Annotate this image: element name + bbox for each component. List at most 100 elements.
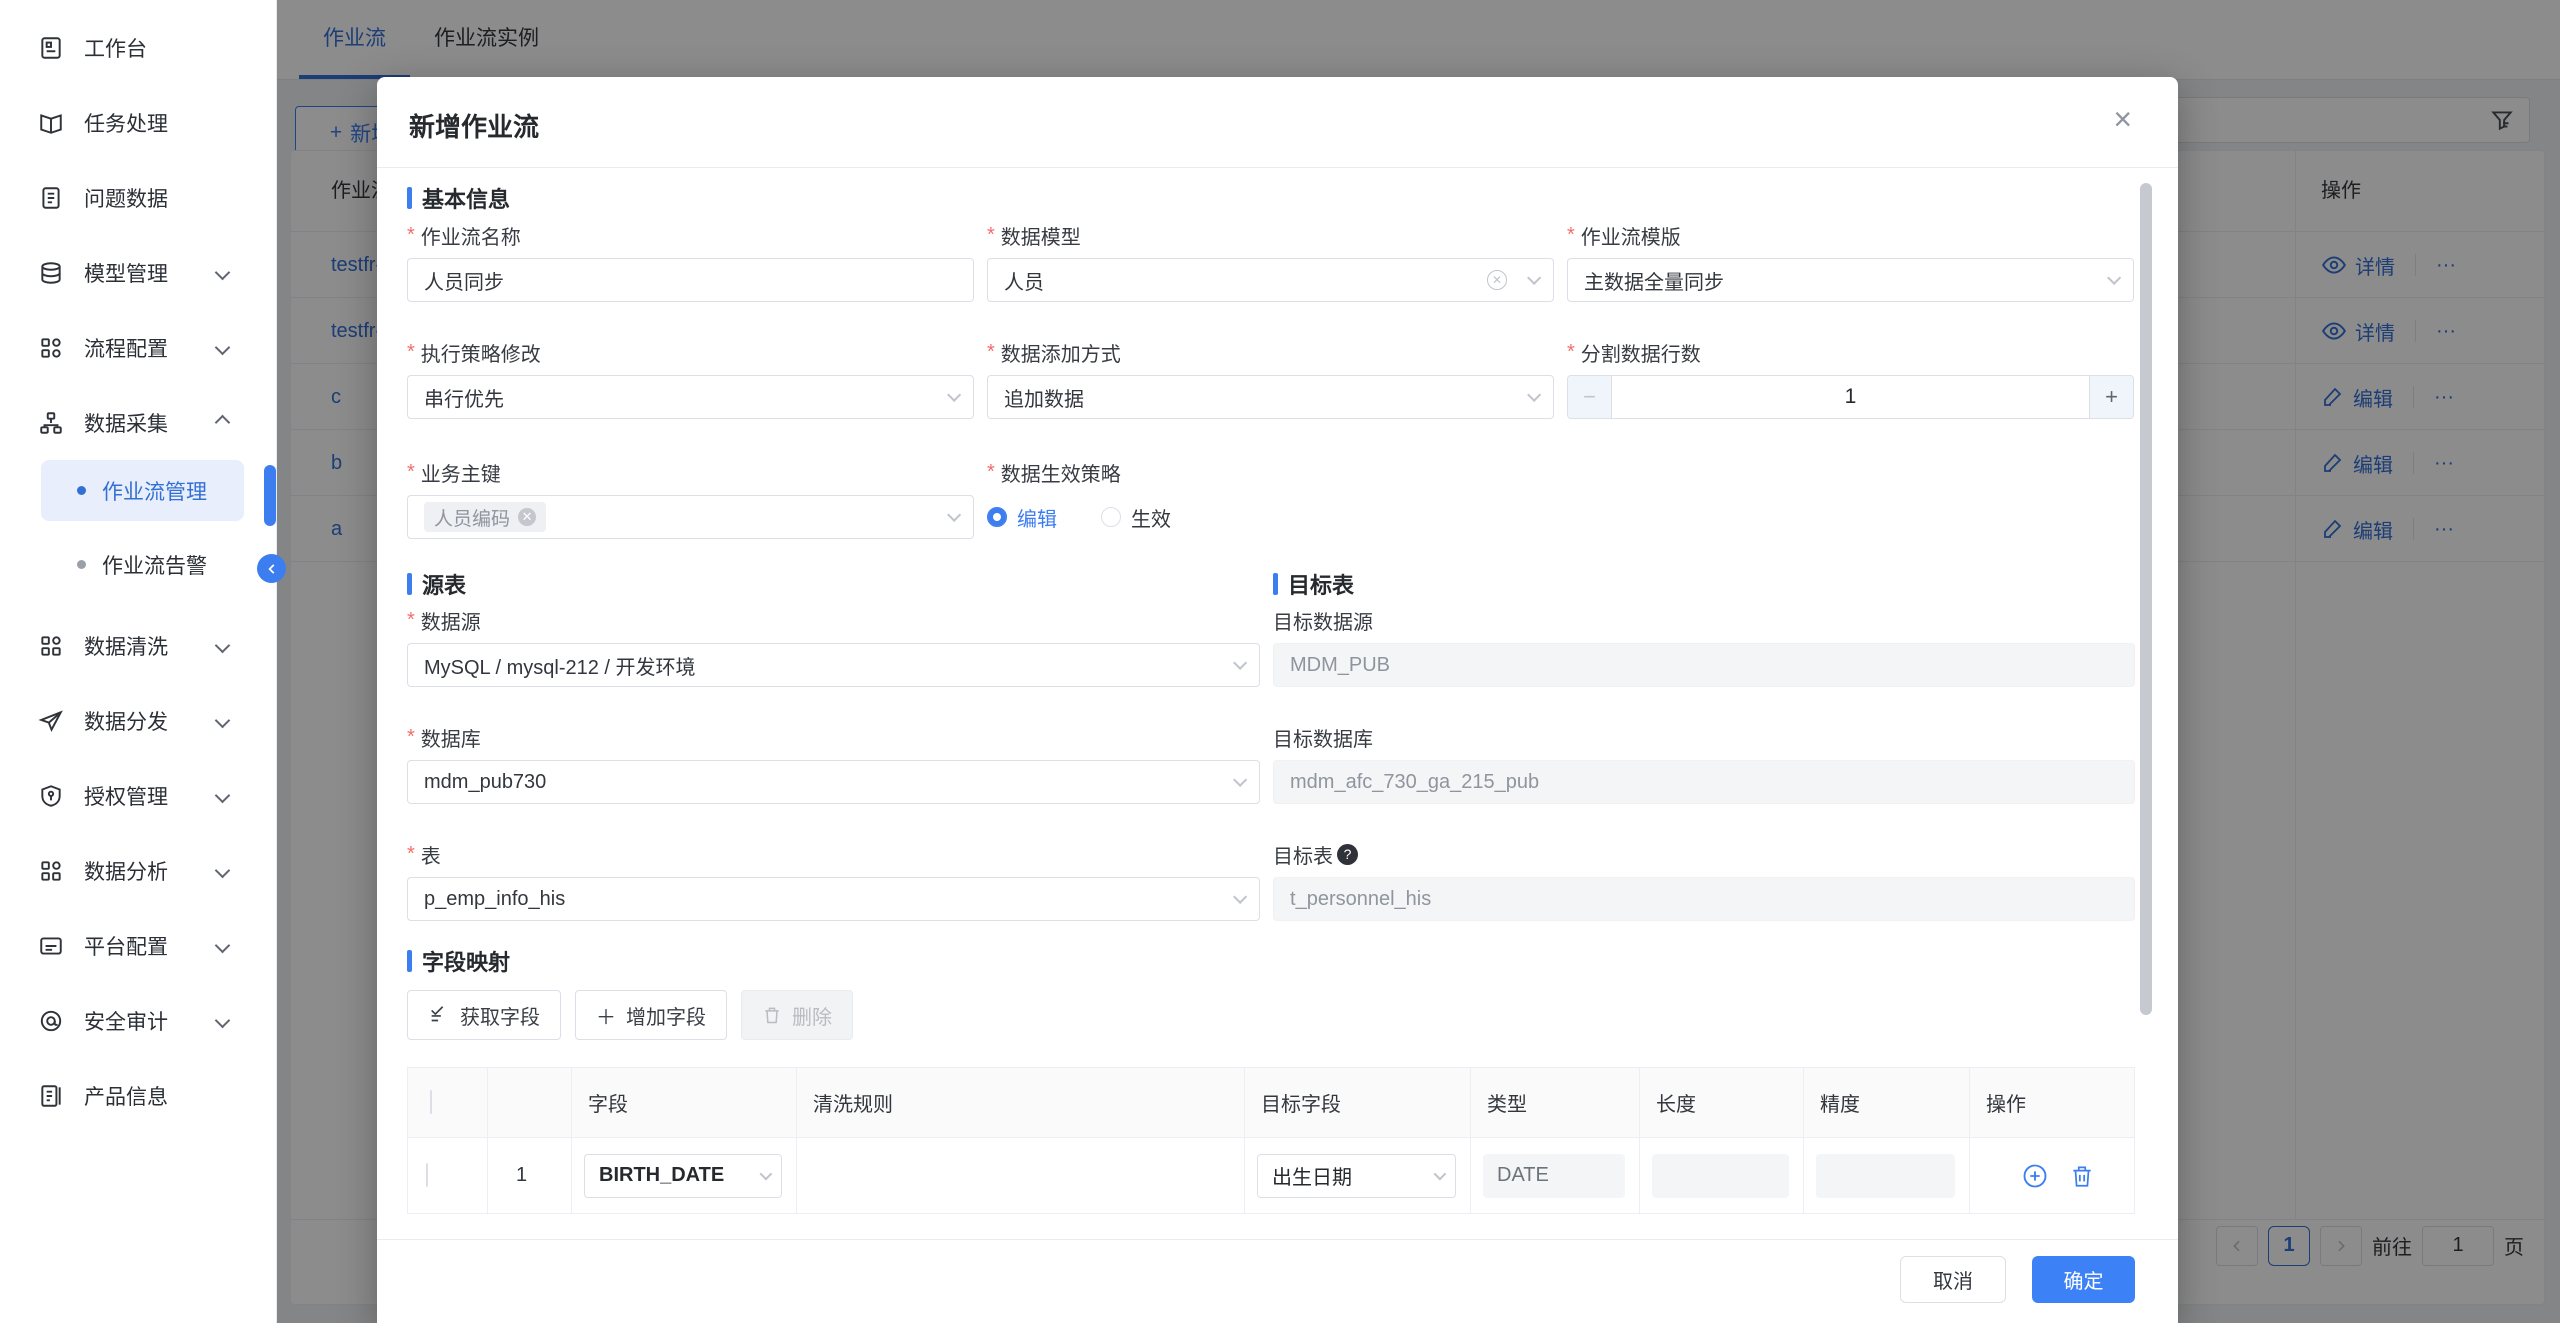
tag-remove-icon[interactable]: ✕ (518, 508, 536, 526)
precision-input (1816, 1154, 1955, 1198)
section-bar (1273, 573, 1278, 595)
confirm-button[interactable]: 确定 (2032, 1256, 2135, 1303)
sidebar-item-authorization[interactable]: 授权管理 (0, 758, 276, 833)
plus-icon[interactable]: + (2089, 376, 2133, 418)
add-row-icon[interactable] (2021, 1162, 2049, 1190)
audit-icon (38, 1008, 64, 1034)
chevron-down-icon (215, 713, 231, 729)
add-workflow-dialog: 新增作业流 × 基本信息 作业流名称 人员同步 数据模型 人员 ✕ (377, 77, 2178, 1323)
chevron-down-icon (1233, 773, 1247, 787)
split-rows-value[interactable]: 1 (1612, 376, 2089, 418)
target-field-select[interactable]: 出生日期 (1257, 1154, 1456, 1198)
field-label: 分割数据行数 (1567, 340, 2134, 364)
col-header-length: 长度 (1640, 1068, 1804, 1138)
sidebar-item-process-config[interactable]: 流程配置 (0, 310, 276, 385)
cancel-button[interactable]: 取消 (1900, 1256, 2006, 1303)
field-flow-name: 作业流名称 人员同步 (407, 223, 974, 302)
sidebar-item-data-collection[interactable]: 数据采集 (0, 385, 276, 460)
target-table-input: t_personnel_his (1273, 877, 2135, 921)
source-table-select[interactable]: p_emp_info_his (407, 877, 1260, 921)
task-icon (38, 110, 64, 136)
chevron-down-icon (215, 788, 231, 804)
chevron-down-icon (760, 1168, 773, 1181)
business-key-select[interactable]: 人员编码 ✕ (407, 495, 974, 539)
type-input: DATE (1483, 1154, 1625, 1198)
mapping-row: 1 BIRTH_DATE 出生日期 DATE (408, 1138, 2135, 1214)
delete-fields-button[interactable]: 删除 (741, 990, 853, 1040)
chevron-down-icon (215, 1013, 231, 1029)
data-add-mode-select[interactable]: 追加数据 (987, 375, 1554, 419)
help-icon[interactable]: ? (1337, 844, 1358, 865)
source-datasource-select[interactable]: MySQL / mysql-212 / 开发环境 (407, 643, 1260, 687)
fetch-fields-button[interactable]: 获取字段 (407, 990, 561, 1040)
sidebar-item-data-analysis[interactable]: 数据分析 (0, 833, 276, 908)
sidebar-subitem-workflow-management[interactable]: 作业流管理 (41, 460, 244, 521)
target-datasource-input: MDM_PUB (1273, 643, 2135, 687)
source-field-select[interactable]: BIRTH_DATE (584, 1154, 782, 1198)
sidebar-item-data-cleaning[interactable]: 数据清洗 (0, 608, 276, 683)
section-title-source: 源表 (407, 569, 1260, 599)
field-flow-template: 作业流模版 主数据全量同步 (1567, 223, 2134, 302)
field-target-table: 目标表 ? t_personnel_his (1273, 842, 2135, 921)
field-mapping-table: 字段 清洗规则 目标字段 类型 长度 精度 操作 1 BIRTH_DATE (407, 1067, 2135, 1214)
row-checkbox[interactable] (426, 1163, 428, 1187)
delete-row-icon[interactable] (2069, 1163, 2095, 1189)
sidebar-item-data-distribution[interactable]: 数据分发 (0, 683, 276, 758)
col-header-precision: 精度 (1804, 1068, 1970, 1138)
radio-edit[interactable]: 编辑 (987, 503, 1057, 532)
model-icon (38, 260, 64, 286)
bullet-icon (77, 486, 86, 495)
target-database-input: mdm_afc_730_ga_215_pub (1273, 760, 2135, 804)
clean-rule-cell[interactable] (797, 1138, 1245, 1214)
row-index: 1 (488, 1138, 572, 1214)
chevron-down-icon (215, 863, 231, 879)
issue-data-icon (38, 185, 64, 211)
field-label: 目标数据库 (1273, 725, 2135, 749)
platform-icon (38, 933, 64, 959)
field-source-database: 数据库 mdm_pub730 (407, 725, 1260, 804)
clear-icon[interactable]: ✕ (1487, 270, 1507, 290)
field-label: 数据添加方式 (987, 340, 1554, 364)
dialog-scrollbar[interactable] (2140, 183, 2152, 1015)
source-database-select[interactable]: mdm_pub730 (407, 760, 1260, 804)
data-model-select[interactable]: 人员 ✕ (987, 258, 1554, 302)
field-label: 作业流模版 (1567, 223, 2134, 247)
section-title-basic-info: 基本信息 (407, 183, 2135, 213)
flow-template-select[interactable]: 主数据全量同步 (1567, 258, 2134, 302)
select-all-checkbox[interactable] (430, 1090, 432, 1114)
dialog-header: 新增作业流 × (377, 77, 2178, 168)
add-field-button[interactable]: ＋ 增加字段 (575, 990, 727, 1040)
sidebar-collapse-button[interactable] (257, 554, 286, 583)
col-header-field: 字段 (572, 1068, 797, 1138)
exec-strategy-select[interactable]: 串行优先 (407, 375, 974, 419)
mapping-header-row: 字段 清洗规则 目标字段 类型 长度 精度 操作 (408, 1068, 2135, 1138)
flow-name-input[interactable]: 人员同步 (407, 258, 974, 302)
close-icon[interactable]: × (2113, 103, 2132, 135)
radio-icon (987, 507, 1007, 527)
sidebar-item-model-management[interactable]: 模型管理 (0, 235, 276, 310)
sidebar-item-workbench[interactable]: 工作台 (0, 10, 276, 85)
minus-icon[interactable]: − (1568, 376, 1612, 418)
field-target-database: 目标数据库 mdm_afc_730_ga_215_pub (1273, 725, 2135, 804)
bullet-icon (77, 560, 86, 569)
col-header-type: 类型 (1471, 1068, 1640, 1138)
sidebar-item-security-audit[interactable]: 安全审计 (0, 983, 276, 1058)
sidebar: 工作台 任务处理 问题数据 模型管理 流程配置 数据采 (0, 0, 277, 1323)
page: 作业流 作业流实例 + 新增 索 作业流名称 操作 tes (0, 0, 2560, 1323)
field-business-key: 业务主键 人员编码 ✕ (407, 460, 974, 539)
sidebar-item-product-info[interactable]: 产品信息 (0, 1058, 276, 1133)
radio-effective[interactable]: 生效 (1101, 503, 1171, 532)
workbench-icon (38, 35, 64, 61)
sidebar-subitem-workflow-alert[interactable]: 作业流告警 (41, 534, 244, 595)
analysis-icon (38, 858, 64, 884)
sidebar-item-issue-data[interactable]: 问题数据 (0, 160, 276, 235)
product-icon (38, 1083, 64, 1109)
field-label: 数据生效策略 (987, 460, 1554, 484)
sidebar-item-task-processing[interactable]: 任务处理 (0, 85, 276, 160)
field-split-rows: 分割数据行数 − 1 + (1567, 340, 2134, 419)
chevron-down-icon (215, 638, 231, 654)
radio-icon (1101, 507, 1121, 527)
dialog-title: 新增作业流 (409, 107, 539, 144)
sidebar-item-platform-config[interactable]: 平台配置 (0, 908, 276, 983)
fetch-fields-icon (428, 1004, 450, 1026)
